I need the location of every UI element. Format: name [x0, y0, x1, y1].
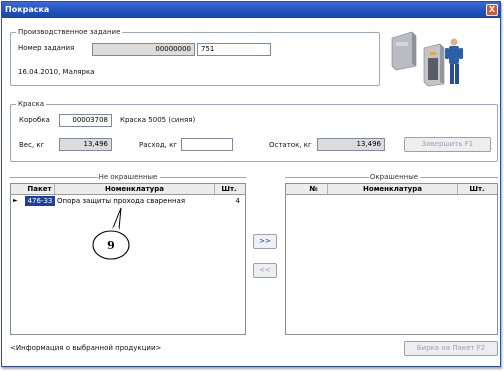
- column-header-qty[interactable]: Шт.: [215, 184, 243, 194]
- painted-grid-header: № Номенклатура Шт.: [286, 184, 497, 195]
- table-row[interactable]: ► 476-33 Опора защиты прохода сваренная …: [11, 196, 243, 206]
- painted-title: Окрашенные: [369, 173, 419, 181]
- row-pointer-icon: ►: [13, 197, 18, 204]
- move-left-button[interactable]: <<: [253, 263, 277, 278]
- column-header-nomenclature[interactable]: Номенклатура: [328, 184, 458, 194]
- box-label: Коробка: [19, 116, 50, 124]
- paint-name-text: Краска 5005 (синяя): [120, 116, 196, 124]
- unpainted-title: Не окрашенные: [98, 173, 158, 181]
- title-bar: Покраска X: [2, 2, 500, 18]
- row-qty-cell[interactable]: 4: [215, 196, 240, 206]
- finish-button[interactable]: Завершить F1: [404, 137, 491, 152]
- column-header-package[interactable]: Пакет: [25, 184, 55, 194]
- box-number-field[interactable]: 00003708: [59, 114, 112, 127]
- callout-bubble: 9: [92, 207, 130, 260]
- painted-grid: № Номенклатура Шт.: [285, 183, 498, 335]
- column-header-number[interactable]: №: [300, 184, 328, 194]
- worker-figure-icon: [445, 38, 463, 84]
- consumption-label: Расход, кг: [139, 141, 177, 149]
- paint-group: Краска Коробка 00003708 Краска 5005 (син…: [10, 100, 498, 162]
- task-number-field: 00000000: [92, 43, 195, 56]
- paint-window: Покраска X Производственное задание Номе…: [1, 1, 501, 367]
- product-info-text: <Информация о выбранной продукции>: [10, 344, 162, 352]
- painted-title-line-left: [285, 177, 369, 178]
- remain-field: 13,496: [317, 138, 385, 151]
- weight-field: 13,496: [59, 138, 112, 151]
- machine-icon: [391, 31, 445, 87]
- task-number-suffix-field[interactable]: 751: [197, 43, 271, 56]
- task-group-label: Производственное задание: [16, 28, 123, 36]
- close-button[interactable]: X: [486, 4, 498, 16]
- task-info-text: 16.04.2010, Маляр­ка: [18, 68, 95, 76]
- window-title: Покраска: [5, 5, 50, 14]
- task-group: Производственное задание Номер задания 0…: [10, 28, 380, 86]
- consumption-field[interactable]: [181, 138, 233, 151]
- paint-group-label: Краска: [16, 100, 47, 108]
- remain-label: Остаток, кг: [269, 141, 312, 149]
- unpainted-title-line-left: [10, 177, 98, 178]
- column-header-qty[interactable]: Шт.: [458, 184, 496, 194]
- row-nomenclature-cell[interactable]: Опора защиты прохода сваренная: [57, 196, 213, 206]
- weight-label: Вес, кг: [19, 141, 45, 149]
- tag-package-button[interactable]: Бирка на Пакет F2: [404, 341, 498, 356]
- task-number-label: Номер задания: [18, 44, 75, 52]
- column-header-nomenclature[interactable]: Номенклатура: [55, 184, 215, 194]
- unpainted-grid-header: Пакет Номенклатура Шт.: [11, 184, 245, 195]
- unpainted-title-line-right: [160, 177, 246, 178]
- painted-title-line-right: [420, 177, 498, 178]
- move-right-button[interactable]: >>: [253, 234, 277, 249]
- callout-label: 9: [107, 239, 115, 252]
- painter-illustration: [391, 31, 463, 87]
- row-package-cell[interactable]: 476-33: [25, 196, 55, 206]
